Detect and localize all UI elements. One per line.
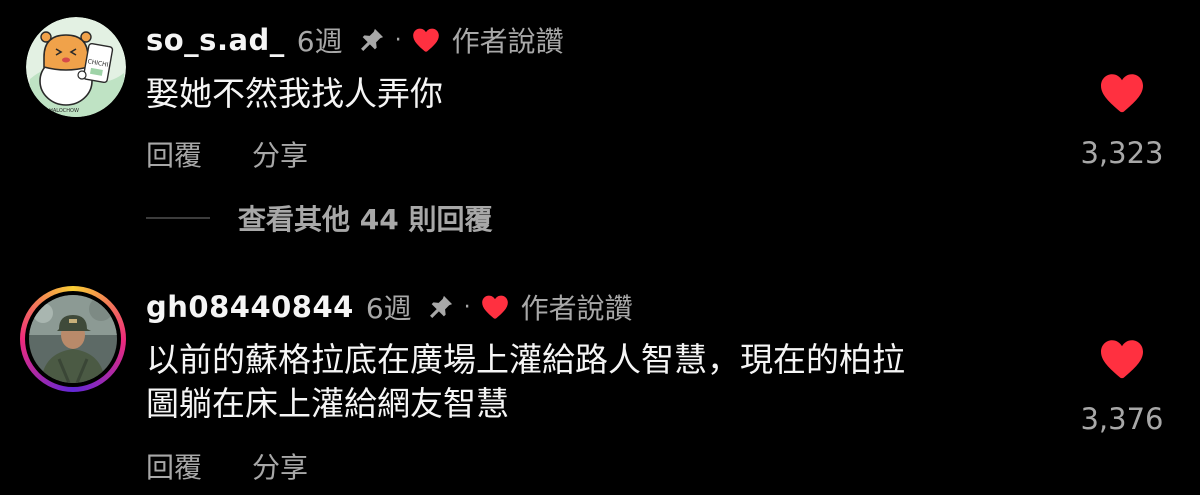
avatar: [29, 295, 117, 383]
share-button[interactable]: 分享: [252, 446, 308, 486]
like-button[interactable]: [1070, 338, 1174, 380]
comment-header: gh08440844 6週 · 作者說讚: [146, 287, 633, 327]
comment-text-line: 圖躺在床上灌給網友智慧: [146, 384, 509, 423]
creator-liked-label: 作者說讚: [520, 292, 633, 325]
pin-icon: [426, 292, 456, 322]
comment-time: 6週: [365, 292, 412, 325]
creator-heart-icon: [481, 292, 511, 322]
username[interactable]: gh08440844: [146, 290, 354, 324]
comment-text-line: 以前的蘇格拉底在廣場上灌給路人智慧，現在的柏拉: [146, 340, 905, 379]
reply-button[interactable]: 回覆: [146, 446, 202, 486]
like-count: 3,376: [1080, 402, 1164, 436]
comment-text: 以前的蘇格拉底在廣場上灌給路人智慧，現在的柏拉 圖躺在床上灌給網友智慧: [146, 338, 1046, 426]
comment-actions: 回覆 分享: [146, 446, 308, 486]
heart-icon: [1101, 340, 1143, 379]
avatar-photo: [29, 295, 117, 383]
comment-item: gh08440844 6週 · 作者說讚 以前的蘇格拉底在廣場上灌給路人智慧，現…: [0, 0, 1200, 495]
separator-dot: ·: [463, 294, 471, 320]
avatar-story-ring[interactable]: [20, 286, 126, 392]
